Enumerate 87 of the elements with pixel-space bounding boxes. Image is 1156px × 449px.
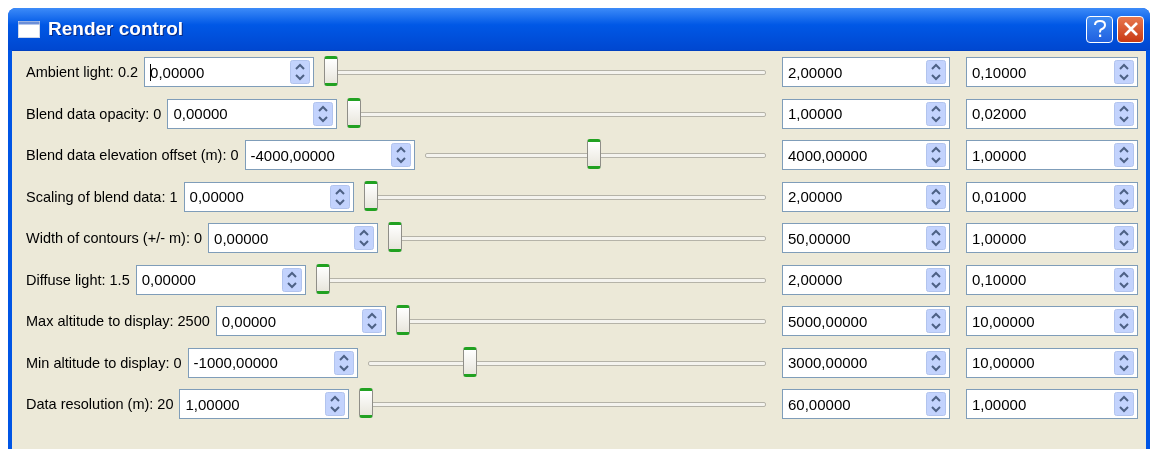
- spin-arrows-icon[interactable]: [281, 267, 302, 292]
- spin-arrows-icon[interactable]: [1114, 309, 1134, 334]
- spin-arrows-icon[interactable]: [1114, 184, 1134, 209]
- min-spin-box[interactable]: 0,00000: [208, 223, 379, 254]
- spin-arrows-icon[interactable]: [325, 392, 346, 417]
- spin-arrows-icon[interactable]: [333, 350, 354, 375]
- step-spin-box[interactable]: 0,10000: [966, 264, 1138, 295]
- min-spin-box[interactable]: 0,00000: [167, 98, 338, 129]
- slider[interactable]: [363, 180, 766, 213]
- spin-arrows-icon[interactable]: [329, 184, 350, 209]
- step-spin-box[interactable]: 1,00000: [966, 140, 1138, 171]
- spin-arrows-icon[interactable]: [290, 60, 311, 85]
- spin-arrows-icon[interactable]: [1114, 226, 1134, 251]
- slider-thumb[interactable]: [363, 180, 378, 211]
- min-spin-box[interactable]: 0,00000: [144, 57, 315, 88]
- max-spin-box[interactable]: 5000,00000: [782, 306, 950, 337]
- min-spin-box[interactable]: 0,00000: [183, 181, 354, 212]
- spin-arrows-icon[interactable]: [1114, 350, 1134, 375]
- setting-label: Max altitude to display: 2500: [26, 313, 210, 330]
- slider-thumb[interactable]: [463, 346, 478, 377]
- slider[interactable]: [347, 97, 766, 130]
- spin-arrows-icon[interactable]: [926, 309, 946, 334]
- max-spin-box[interactable]: 50,00000: [782, 223, 950, 254]
- slider[interactable]: [315, 263, 766, 296]
- spin-arrows-icon[interactable]: [1114, 392, 1134, 417]
- max-spin-box[interactable]: 2,00000: [782, 181, 950, 212]
- slider[interactable]: [324, 56, 766, 89]
- slider[interactable]: [359, 388, 766, 421]
- step-spin-box[interactable]: 0,02000: [966, 98, 1138, 129]
- step-spin-box[interactable]: 1,00000: [966, 223, 1138, 254]
- max-spin-box[interactable]: 3000,00000: [782, 347, 950, 378]
- help-icon: [1092, 20, 1107, 38]
- slider-thumb[interactable]: [315, 263, 330, 294]
- close-button[interactable]: [1117, 15, 1144, 43]
- window-title: Render control: [48, 18, 185, 40]
- slider[interactable]: [388, 222, 766, 255]
- spin-arrows-icon[interactable]: [926, 392, 946, 417]
- slider[interactable]: [367, 346, 766, 379]
- step-spin-box[interactable]: 0,10000: [966, 57, 1138, 88]
- slider-thumb[interactable]: [587, 139, 602, 170]
- max-spin-box[interactable]: 60,00000: [782, 389, 950, 420]
- spin-arrows-icon[interactable]: [361, 309, 382, 334]
- slider-thumb[interactable]: [359, 388, 374, 419]
- setting-label: Data resolution (m): 20: [26, 396, 174, 413]
- setting-label: Ambient light: 0.2: [26, 64, 139, 81]
- min-spin-box[interactable]: -1000,00000: [187, 347, 358, 378]
- min-spin-box[interactable]: 0,00000: [215, 306, 386, 337]
- spin-arrows-icon[interactable]: [390, 143, 411, 168]
- setting-label: Width of contours (+/- m): 0: [26, 230, 203, 247]
- close-icon: [1122, 21, 1139, 37]
- min-spin-box[interactable]: 0,00000: [135, 264, 306, 295]
- help-button[interactable]: [1086, 15, 1113, 43]
- slider-thumb[interactable]: [324, 56, 339, 87]
- setting-label: Min altitude to display: 0: [26, 354, 182, 371]
- slider[interactable]: [395, 305, 766, 338]
- spin-arrows-icon[interactable]: [926, 184, 946, 209]
- setting-label: Scaling of blend data: 1: [26, 188, 178, 205]
- step-spin-box[interactable]: 10,00000: [966, 347, 1138, 378]
- max-spin-box[interactable]: 4000,00000: [782, 140, 950, 171]
- max-spin-box[interactable]: 2,00000: [782, 57, 950, 88]
- spin-arrows-icon[interactable]: [1114, 60, 1134, 85]
- step-spin-box[interactable]: 0,01000: [966, 181, 1138, 212]
- spin-arrows-icon[interactable]: [926, 101, 946, 126]
- spin-arrows-icon[interactable]: [926, 350, 946, 375]
- setting-label: Blend data elevation offset (m): 0: [26, 147, 239, 164]
- slider-thumb[interactable]: [347, 97, 362, 128]
- spin-arrows-icon[interactable]: [926, 143, 946, 168]
- spin-arrows-icon[interactable]: [1114, 101, 1134, 126]
- max-spin-box[interactable]: 1,00000: [782, 98, 950, 129]
- spin-arrows-icon[interactable]: [313, 101, 334, 126]
- spin-arrows-icon[interactable]: [1114, 267, 1134, 292]
- spin-arrows-icon[interactable]: [354, 226, 375, 251]
- max-spin-box[interactable]: 2,00000: [782, 264, 950, 295]
- spin-arrows-icon[interactable]: [1114, 143, 1134, 168]
- spin-arrows-icon[interactable]: [926, 60, 946, 85]
- step-spin-box[interactable]: 1,00000: [966, 389, 1138, 420]
- step-spin-box[interactable]: 10,00000: [966, 306, 1138, 337]
- min-spin-box[interactable]: 1,00000: [179, 389, 350, 420]
- setting-label: Blend data opacity: 0: [26, 105, 162, 122]
- window-icon: [18, 20, 40, 38]
- spin-arrows-icon[interactable]: [926, 267, 946, 292]
- slider-thumb[interactable]: [395, 305, 410, 336]
- spin-arrows-icon[interactable]: [926, 226, 946, 251]
- slider-thumb[interactable]: [388, 222, 403, 253]
- min-spin-box[interactable]: -4000,00000: [244, 140, 415, 171]
- slider[interactable]: [424, 139, 766, 172]
- setting-label: Diffuse light: 1.5: [26, 271, 130, 288]
